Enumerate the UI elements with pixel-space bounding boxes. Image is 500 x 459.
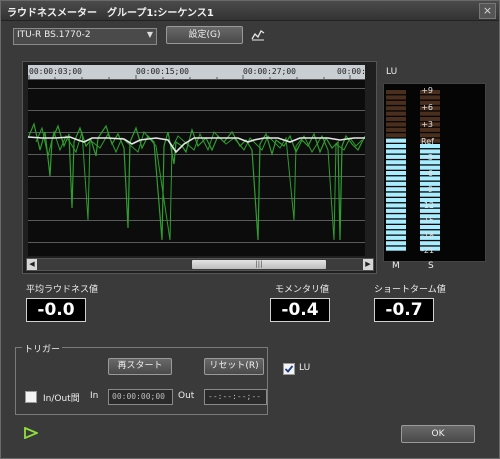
meter-segment bbox=[386, 219, 406, 224]
meter-segment bbox=[386, 165, 406, 170]
out-point-field[interactable]: --:--:--;-- bbox=[204, 389, 267, 405]
momentary-loudness-line bbox=[28, 122, 365, 241]
meter-scale-label: +9 bbox=[421, 86, 433, 95]
integrated-loudness-label: 平均ラウドネス値 bbox=[26, 285, 99, 295]
meter-segment bbox=[420, 111, 440, 116]
meter-segment bbox=[420, 95, 440, 100]
meter-segment bbox=[386, 230, 406, 235]
meter-channel-label-s: S bbox=[428, 261, 434, 271]
meter-segment bbox=[386, 127, 406, 132]
meter-segment bbox=[386, 171, 406, 176]
momentary-loudness-value: -0.4 bbox=[270, 298, 330, 322]
meter-scale-label: -6 bbox=[425, 169, 433, 178]
trigger-group-label: トリガー bbox=[22, 342, 63, 355]
meter-segment bbox=[420, 225, 440, 230]
ok-button[interactable]: OK bbox=[401, 425, 475, 443]
meter-segment bbox=[386, 144, 406, 149]
inout-checkbox[interactable] bbox=[25, 391, 37, 403]
meter-segment bbox=[386, 160, 406, 165]
meter-segment bbox=[386, 100, 406, 105]
meter-scale-label: -18 bbox=[421, 231, 435, 240]
out-label: Out bbox=[178, 391, 195, 401]
meter-segment bbox=[386, 198, 406, 203]
meter-scale-label: -9 bbox=[425, 185, 433, 194]
lu-checkbox[interactable] bbox=[283, 363, 295, 375]
meter-unit-label: LU bbox=[386, 67, 398, 77]
checkmark-icon bbox=[284, 365, 294, 373]
meter-scale-label: +3 bbox=[421, 120, 433, 129]
graph-horizontal-scrollbar[interactable]: ◀ ||| ▶ bbox=[26, 258, 374, 271]
meter-segment bbox=[386, 181, 406, 186]
meter-segment bbox=[386, 133, 406, 138]
meter-segment bbox=[386, 203, 406, 208]
meter-segment bbox=[386, 154, 406, 159]
standard-dropdown-value: ITU-R BS.1770-2 bbox=[17, 30, 91, 40]
loudness-level-meter bbox=[383, 83, 486, 262]
meter-segment bbox=[386, 214, 406, 219]
meter-segment bbox=[386, 208, 406, 213]
meter-scale-label: -21 bbox=[421, 246, 435, 255]
meter-segment bbox=[420, 241, 440, 246]
meter-scale-label: Ref bbox=[421, 137, 434, 146]
short-term-loudness-value: -0.7 bbox=[374, 298, 434, 322]
meter-segment bbox=[386, 122, 406, 127]
meter-scale-label: +6 bbox=[421, 103, 433, 112]
scroll-right-arrow-icon[interactable]: ▶ bbox=[363, 259, 373, 270]
reset-button[interactable]: リセット(R) bbox=[204, 358, 264, 375]
meter-segment bbox=[386, 95, 406, 100]
settings-button[interactable]: 設定(G) bbox=[166, 26, 243, 44]
restart-button[interactable]: 再スタート bbox=[108, 358, 172, 375]
meter-scale-label: -12 bbox=[421, 201, 435, 210]
meter-scale-label: -15 bbox=[421, 216, 435, 225]
meter-segment bbox=[386, 111, 406, 116]
timeline-tick: 00:00:27;00 bbox=[243, 67, 296, 76]
close-button[interactable]: × bbox=[479, 3, 496, 19]
timeline-tick: 00:00:39;00 bbox=[337, 67, 365, 76]
scrollbar-thumb[interactable]: ||| bbox=[192, 260, 326, 269]
loudness-graph bbox=[28, 80, 365, 256]
short-term-loudness-label: ショートターム値 bbox=[374, 285, 446, 295]
in-point-field[interactable]: 00:00:00;00 bbox=[108, 389, 173, 405]
meter-segment bbox=[386, 235, 406, 240]
timeline-tick: 00:00:03;00 bbox=[29, 67, 82, 76]
meter-segment bbox=[386, 117, 406, 122]
lu-checkbox-label: LU bbox=[299, 363, 311, 373]
meter-segment bbox=[386, 246, 406, 251]
timeline-ruler: 00:00:03;00 00:00:15;00 00:00:27;00 00:0… bbox=[28, 65, 365, 80]
in-label: In bbox=[90, 391, 99, 401]
meter-segment bbox=[386, 149, 406, 154]
meter-segment bbox=[386, 90, 406, 95]
integrated-loudness-value: -0.0 bbox=[26, 298, 86, 322]
play-icon[interactable] bbox=[24, 427, 38, 439]
meter-segment bbox=[386, 192, 406, 197]
meter-segment bbox=[386, 225, 406, 230]
meter-segment bbox=[386, 187, 406, 192]
graph-toggle-icon[interactable] bbox=[251, 29, 265, 41]
inout-checkbox-label: In/Out間 bbox=[43, 394, 80, 404]
meter-scale-label: -3 bbox=[425, 153, 433, 162]
meter-segment bbox=[386, 241, 406, 246]
momentary-loudness-label: モメンタリ値 bbox=[275, 285, 330, 295]
meter-segment bbox=[386, 106, 406, 111]
timeline-tick: 00:00:15;00 bbox=[136, 67, 189, 76]
meter-channel-label-m: M bbox=[392, 261, 400, 271]
scroll-left-arrow-icon[interactable]: ◀ bbox=[27, 259, 37, 270]
meter-segment bbox=[386, 176, 406, 181]
standard-dropdown[interactable]: ITU-R BS.1770-2 ▼ bbox=[13, 28, 157, 45]
meter-bar-m bbox=[386, 90, 406, 251]
title-bar[interactable]: ラウドネスメーター グループ1:シーケンス1 × bbox=[1, 1, 499, 21]
window-title: ラウドネスメーター グループ1:シーケンス1 bbox=[7, 8, 214, 19]
chevron-down-icon: ▼ bbox=[146, 30, 153, 39]
meter-segment bbox=[386, 138, 406, 143]
